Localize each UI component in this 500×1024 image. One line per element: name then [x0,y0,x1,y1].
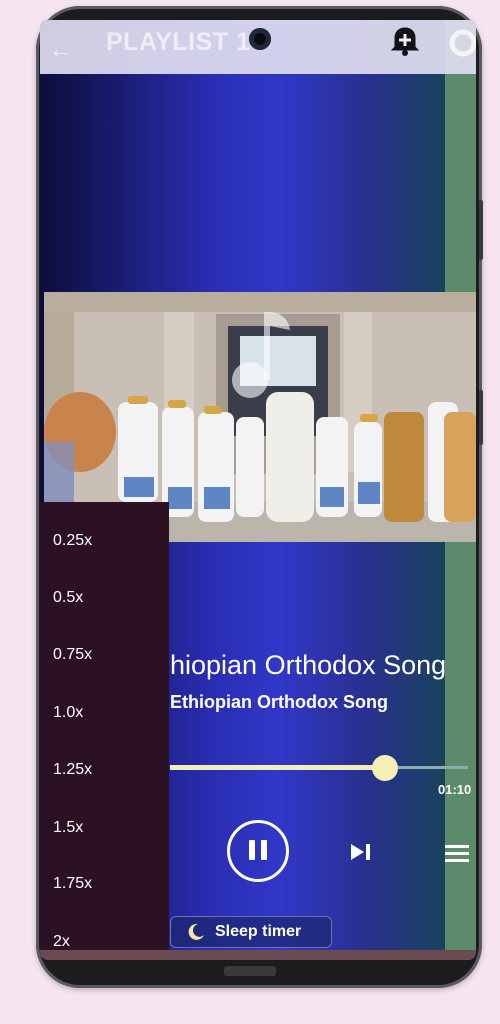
phone-power-button [479,390,483,445]
moon-icon [188,923,204,940]
pause-button[interactable] [227,820,289,882]
settings-icon[interactable] [448,28,476,58]
pause-icon [261,840,267,860]
front-camera [249,28,271,50]
song-title: hiopian Orthodox Song [170,650,447,680]
sleep-timer-label: Sleep timer [215,923,302,940]
page-title: PLAYLIST 1 [106,28,251,56]
speed-option-0-5x[interactable]: 0.5x [53,589,83,607]
speed-option-0-25x[interactable]: 0.25x [53,532,92,550]
speed-option-0-75x[interactable]: 0.75x [53,646,92,664]
speed-option-1-0x[interactable]: 1.0x [53,704,83,722]
queue-list-icon[interactable] [445,843,469,863]
pause-icon [249,840,255,860]
seek-bar-progress [170,765,386,770]
speed-option-1-5x[interactable]: 1.5x [53,819,83,837]
phone-bottom-bezel [224,966,276,976]
alarm-add-icon[interactable] [388,24,422,58]
seek-bar-thumb[interactable] [372,755,398,781]
total-duration: 01:10 [438,782,472,797]
speed-option-2x[interactable]: 2x [53,933,70,951]
arrow-left-icon[interactable]: ← [48,34,74,65]
screen-bottom-edge [40,950,476,960]
player-screen: ← PLAYLIST 1 0.25x 0.5x 0.75x 1.0x 1.25x… [40,20,476,960]
skip-next-icon[interactable] [350,842,372,862]
speed-option-1-25x[interactable]: 1.25x [53,761,92,779]
speed-option-1-75x[interactable]: 1.75x [53,875,92,893]
song-artist: Ethiopian Orthodox Song [170,692,388,712]
phone-volume-button [479,200,483,260]
sleep-timer-button[interactable]: Sleep timer [170,916,332,948]
playback-speed-menu: 0.25x 0.5x 0.75x 1.0x 1.25x 1.5x 1.75x 2… [40,502,169,960]
music-note-icon [232,312,290,398]
